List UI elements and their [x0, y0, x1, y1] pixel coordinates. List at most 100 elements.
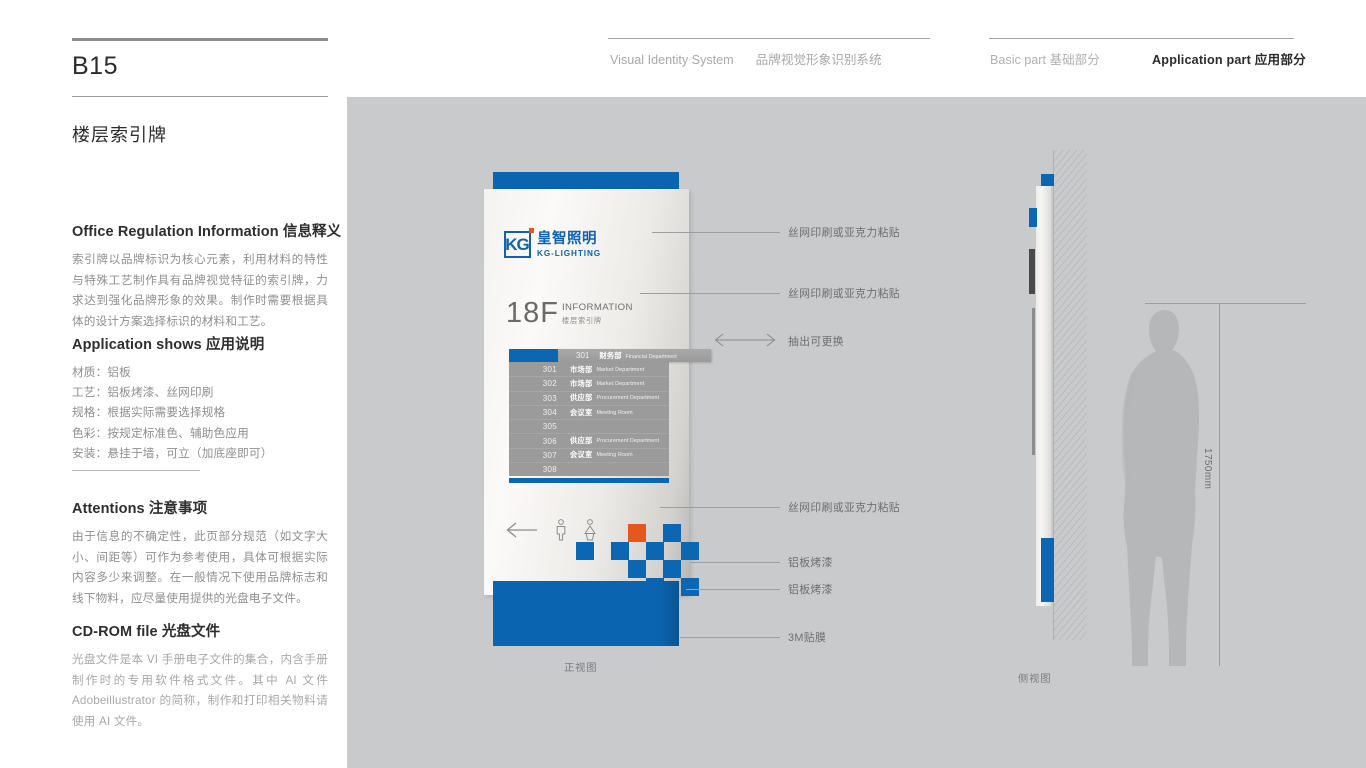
row-dept-en: Procurement Department	[596, 395, 660, 402]
pullout-slat[interactable]: 301 财务部 Financial Department	[509, 349, 711, 362]
checker-square	[646, 542, 664, 560]
checker-square	[681, 542, 699, 560]
spec-item-process: 工艺：铝板烤漆、丝网印刷	[72, 386, 214, 400]
header-application-part[interactable]: Application part 应用部分	[1152, 49, 1306, 68]
directory-rows: 301 市场部 Market Department 302 市场部 Market…	[509, 362, 669, 477]
row-number: 301	[542, 365, 557, 375]
block-heading-en: Application shows	[72, 337, 202, 353]
restroom-male-icon	[556, 519, 566, 541]
front-view-label: 正视图	[564, 663, 598, 674]
brand-logo: KG 皇智照明 KG-LIGHTING	[504, 228, 601, 258]
slat-text: 301 财务部 Financial Department	[576, 350, 677, 361]
logo-brand-cn: 皇智照明	[537, 231, 597, 247]
block-heading-cn: 光盘文件	[161, 624, 221, 640]
block-heading-cn: 注意事项	[148, 501, 208, 517]
leader-line-1	[652, 232, 780, 233]
block-body: 由于信息的不确定性，此页部分规范（如文字大小、间距等）可作为参考使用，具体可根据…	[72, 530, 328, 605]
block-heading-en: Office Regulation Information	[72, 224, 279, 240]
leader-line-5	[690, 562, 780, 563]
leader-line-7	[680, 637, 780, 638]
block-heading-en: CD-ROM file	[72, 624, 158, 640]
leader-line-2	[640, 293, 780, 294]
row-dept-en: Procurement Department	[596, 438, 660, 445]
logo-wordmark: 皇智照明 KG-LIGHTING	[537, 231, 601, 258]
header-basic-part[interactable]: Basic part 基础部分	[990, 49, 1100, 68]
checker-square	[576, 542, 594, 560]
row-dept-en: Meeting Room	[596, 409, 633, 416]
slat-blue-block	[509, 349, 558, 362]
row-dept-en: Market Department	[596, 380, 645, 387]
annotation-4: 丝网印刷或亚克力粘贴	[788, 502, 900, 514]
block-heading-en: Attentions	[72, 501, 145, 517]
table-row[interactable]: 308	[509, 463, 669, 476]
divider-mid	[72, 96, 328, 97]
header-vis-identity: Visual Identity System 品牌视觉形象识别系统	[610, 49, 882, 68]
checker-square	[663, 560, 681, 578]
header-divider-right	[989, 38, 1294, 39]
dimension-tick-top	[1145, 303, 1306, 304]
table-row[interactable]: 305	[509, 420, 669, 435]
header-vis-cn: 品牌视觉形象识别系统	[755, 53, 882, 67]
page-code: B15	[72, 52, 118, 80]
row-dept-cn: 市场部	[570, 378, 593, 388]
table-row[interactable]: 304 会议室 Meeting Room	[509, 406, 669, 421]
table-row[interactable]: 306 供应部 Procurement Department	[509, 434, 669, 449]
row-dept-en: Meeting Room	[596, 452, 633, 459]
annotation-5: 铝板烤漆	[788, 557, 833, 569]
floor-directory: 301 财务部 Financial Department 301 市场部 Mar…	[509, 349, 711, 484]
dimension-label: 1750mm	[1202, 448, 1213, 490]
sign-bottom-shadow	[659, 581, 679, 646]
dimension-line	[1219, 303, 1220, 666]
slat-dept-en: Financial Department	[625, 354, 677, 360]
block-heading: Attentions 注意事项	[72, 497, 328, 518]
side-gray-accent	[1032, 308, 1035, 455]
row-number: 302	[542, 379, 557, 389]
table-row[interactable]: 301 市场部 Market Department	[509, 363, 669, 378]
wall-hatch-pattern	[1054, 150, 1087, 640]
row-dept-cn: 市场部	[570, 364, 593, 374]
block-heading-cn: 信息释义	[282, 224, 342, 240]
row-number: 306	[542, 436, 557, 446]
sign-body-panel: KG 皇智照明 KG-LIGHTING 18F INFORMATION 楼层索引…	[484, 189, 711, 596]
checker-square-accent	[628, 524, 646, 542]
side-blue-top-cap	[1041, 174, 1054, 186]
row-dept-cn: 会议室	[570, 450, 593, 460]
front-view-sign: KG 皇智照明 KG-LIGHTING 18F INFORMATION 楼层索引…	[484, 172, 711, 646]
row-number: 304	[542, 408, 557, 418]
checker-square	[681, 578, 699, 596]
wall-hatch	[1053, 150, 1087, 640]
sidebar-block-cdrom-file: CD-ROM file 光盘文件 光盘文件是本 VI 手册电子文件的集合，内含手…	[72, 620, 328, 733]
table-row[interactable]: 307 会议室 Meeting Room	[509, 449, 669, 464]
logo-mark-text: KG	[505, 235, 529, 254]
row-number: 305	[542, 422, 557, 432]
divider-top	[72, 38, 328, 41]
row-dept-en: Market Department	[596, 366, 645, 373]
double-arrow-icon	[714, 333, 776, 347]
floor-number: 18F	[506, 297, 559, 329]
side-view-label: 侧视图	[1018, 674, 1052, 685]
row-dept-cn: 供应部	[570, 393, 593, 403]
side-blue-bottom-block	[1041, 538, 1054, 602]
checker-square	[663, 524, 681, 542]
floor-info-group: INFORMATION 楼层索引牌	[562, 301, 633, 324]
sidebar: B15 楼层索引牌 Office Regulation Information …	[72, 0, 341, 768]
annotation-3: 抽出可更换	[788, 336, 844, 348]
sidebar-block-attentions: Attentions 注意事项 由于信息的不确定性，此页部分规范（如文字大小、间…	[72, 497, 328, 610]
block-heading-cn: 应用说明	[205, 337, 265, 353]
row-dept-cn: 会议室	[570, 407, 593, 417]
annotation-6: 铝板烤漆	[788, 584, 833, 596]
header-vis-en: Visual Identity System	[610, 53, 734, 67]
table-row[interactable]: 302 市场部 Market Department	[509, 377, 669, 392]
spec-item-material: 材质：铝板	[72, 366, 131, 379]
slat-number: 301	[576, 351, 590, 360]
table-row[interactable]: 303 供应部 Procurement Department	[509, 392, 669, 406]
block-heading: Application shows 应用说明	[72, 333, 328, 354]
floor-heading: 18F INFORMATION 楼层索引牌	[506, 297, 633, 329]
row-number: 308	[542, 465, 557, 475]
block-heading: CD-ROM file 光盘文件	[72, 620, 328, 641]
floor-info-en: INFORMATION	[561, 302, 633, 313]
checker-square	[611, 542, 629, 560]
side-blue-accent	[1029, 208, 1037, 227]
row-number: 303	[542, 393, 557, 403]
vi-manual-page: B15 楼层索引牌 Office Regulation Information …	[0, 0, 1366, 768]
